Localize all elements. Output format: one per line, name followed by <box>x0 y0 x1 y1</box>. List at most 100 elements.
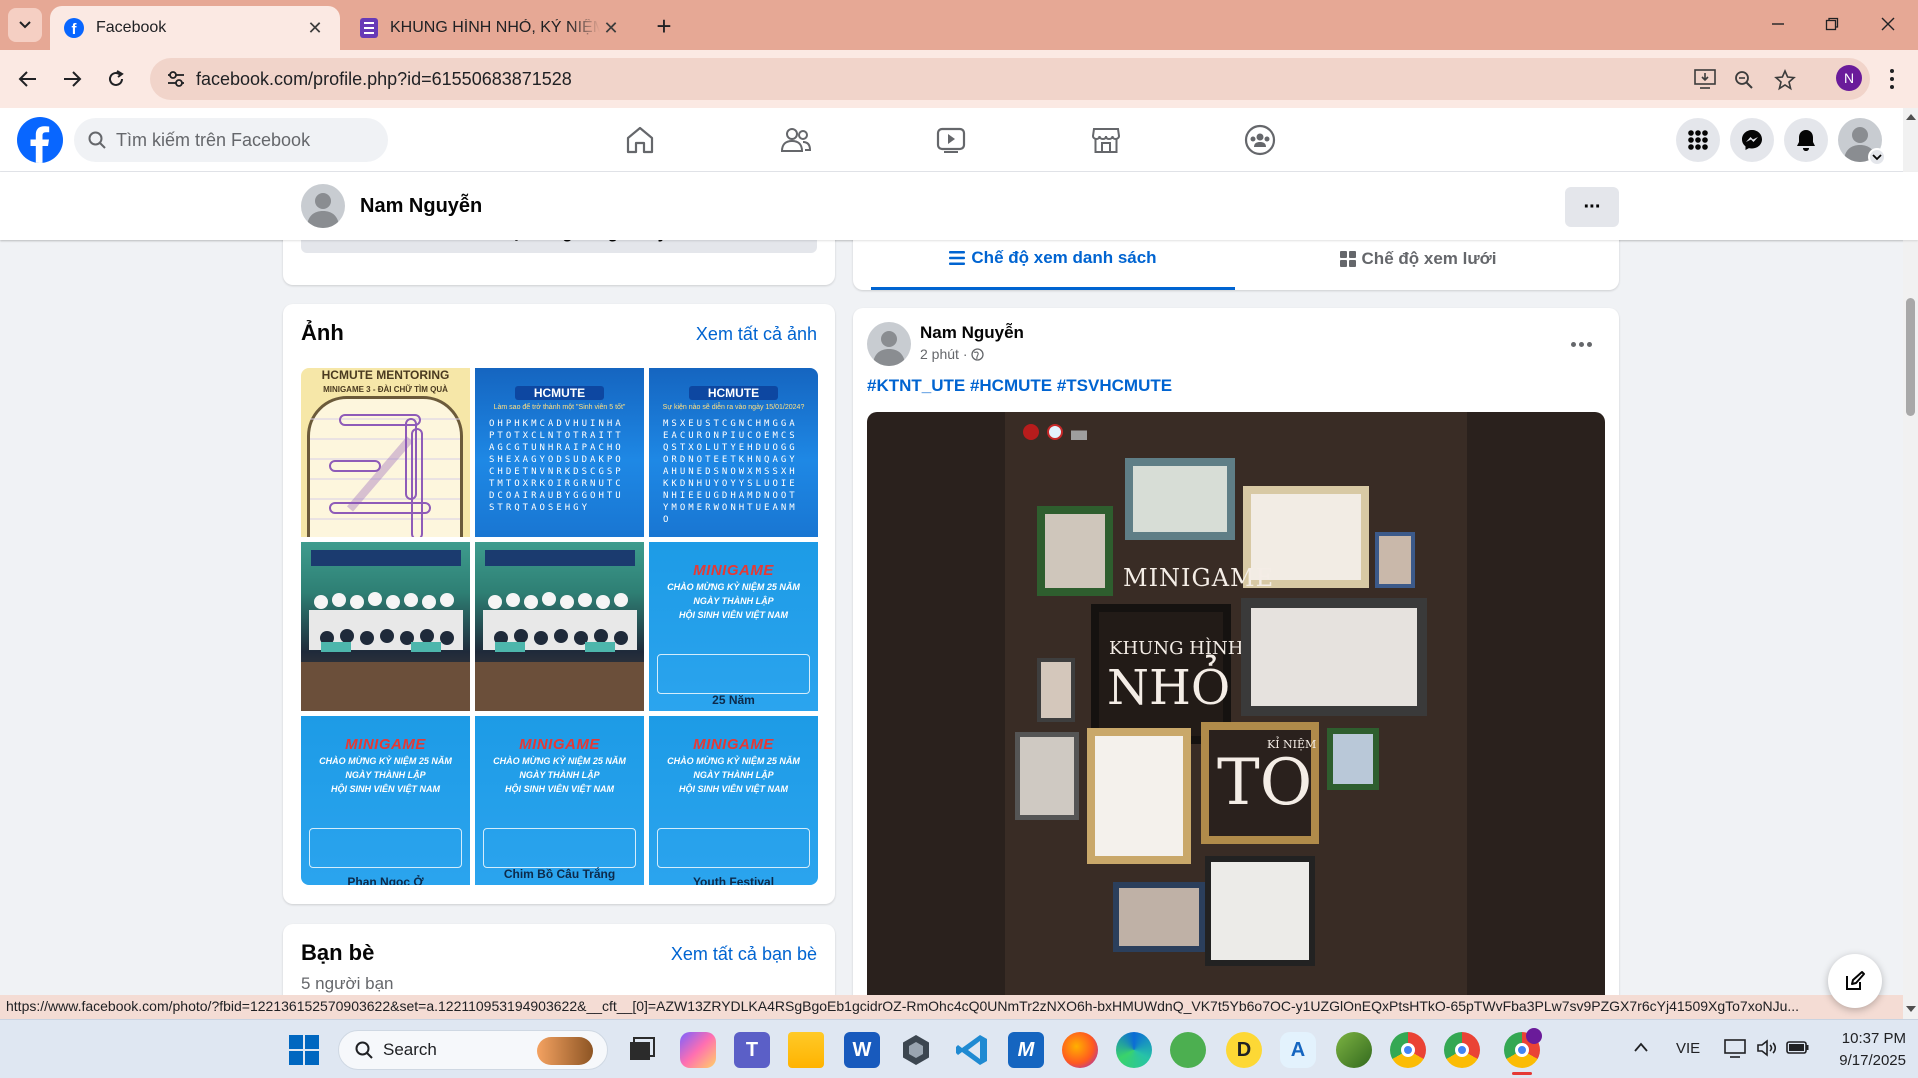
friends-icon <box>780 128 812 152</box>
account-chevron[interactable] <box>1868 148 1886 166</box>
post-time[interactable]: 2 phút · <box>920 346 967 362</box>
minigame-answer: Youth Festival <box>692 875 775 885</box>
windows-taskbar: Search T W M D A VIE 10:37 PM 9/17/2025 <box>0 1019 1918 1078</box>
address-bar[interactable]: facebook.com/profile.php?id=615506838715… <box>150 58 1870 100</box>
close-window-button[interactable] <box>1866 10 1910 38</box>
minigame-line2: NGÀY THÀNH LẬP <box>345 770 426 780</box>
clock-time[interactable]: 10:37 PM <box>1830 1030 1906 1047</box>
photo-tile[interactable] <box>301 542 470 711</box>
post-image[interactable]: MINIGAME KHUNG HÌNH NHỎ KỈ NIỆM TO <box>867 412 1605 1012</box>
nav-groups[interactable] <box>1242 122 1278 158</box>
minimize-button[interactable] <box>1756 10 1800 38</box>
task-view-icon[interactable] <box>624 1032 660 1068</box>
frame-photo <box>1205 856 1315 966</box>
messenger-button[interactable] <box>1730 118 1774 162</box>
frame-photo <box>1037 658 1075 722</box>
photo-tile[interactable]: MINIGAME CHÀO MỪNG KỶ NIỆM 25 NĂM NGÀY T… <box>649 542 818 711</box>
post-options-button[interactable] <box>1563 330 1599 358</box>
photo-tile[interactable]: MINIGAME CHÀO MỪNG KỶ NIỆM 25 NĂM NGÀY T… <box>301 716 470 885</box>
chrome-active-icon[interactable] <box>1504 1028 1542 1068</box>
reload-button[interactable] <box>100 63 132 95</box>
new-tab-button[interactable]: + <box>648 10 680 42</box>
see-all-friends-link[interactable]: Xem tất cả bạn bè <box>671 944 817 965</box>
facebook-search-input[interactable]: Tìm kiếm trên Facebook <box>74 118 388 162</box>
clock-date[interactable]: 9/17/2025 <box>1820 1052 1906 1069</box>
post-author-name[interactable]: Nam Nguyễn <box>920 323 1024 343</box>
minigame-line1: CHÀO MỪNG KỶ NIỆM 25 NĂM <box>667 756 800 766</box>
active-app-indicator <box>1512 1072 1532 1075</box>
edge-icon[interactable] <box>1116 1032 1152 1068</box>
minigame-title: MINIGAME <box>519 736 600 753</box>
vscode-icon[interactable] <box>954 1032 990 1068</box>
facebook-logo[interactable] <box>17 117 63 163</box>
install-app-icon[interactable] <box>1694 69 1716 89</box>
minigame-line1: CHÀO MỪNG KỶ NIỆM 25 NĂM <box>319 756 452 766</box>
close-tab-icon[interactable]: ✕ <box>600 18 622 39</box>
chrome-icon[interactable] <box>1390 1032 1426 1068</box>
photos-card: Ảnh Xem tất cả ảnh HCMUTE MENTORING MINI… <box>283 304 835 904</box>
word-icon[interactable]: W <box>844 1032 880 1068</box>
chrome-icon[interactable] <box>1444 1032 1480 1068</box>
network-icon[interactable] <box>1724 1038 1746 1058</box>
chevron-up-icon[interactable] <box>1634 1042 1648 1052</box>
teams-icon[interactable]: T <box>734 1032 770 1068</box>
chevron-down-icon <box>1872 154 1882 161</box>
app-store-icon[interactable]: A <box>1280 1032 1316 1068</box>
search-icon <box>355 1041 373 1059</box>
restore-button[interactable] <box>1810 10 1854 38</box>
tab-search-button[interactable] <box>8 8 42 42</box>
menu-button[interactable] <box>1676 118 1720 162</box>
scroll-down-icon[interactable] <box>1906 1006 1916 1014</box>
app-leaf-icon[interactable] <box>1336 1032 1372 1068</box>
copilot-icon[interactable] <box>680 1032 716 1068</box>
nav-friends[interactable] <box>778 122 814 158</box>
photo-tile[interactable]: HCMUTE MENTORING MINIGAME 3 - ĐÀI CHỮ TÌ… <box>301 368 470 537</box>
forward-arrow-icon <box>64 71 82 87</box>
profile-avatar-overlay[interactable] <box>301 184 345 228</box>
notifications-button[interactable] <box>1784 118 1828 162</box>
photo-tile[interactable]: HCMUTE Sự kiện nào sẽ diễn ra vào ngày 1… <box>649 368 818 537</box>
photo-tile[interactable] <box>475 542 644 711</box>
page-scrollbar[interactable] <box>1903 108 1918 1019</box>
photo-tile[interactable]: MINIGAME CHÀO MỪNG KỶ NIỆM 25 NĂM NGÀY T… <box>649 716 818 885</box>
globe-icon <box>971 347 985 361</box>
profile-name-overlay[interactable]: Nam Nguyễn <box>360 195 482 218</box>
poster-word-nho: NHỎ <box>1107 660 1231 716</box>
profile-avatar-button[interactable]: N <box>1836 65 1862 91</box>
app-yellow-icon[interactable]: D <box>1226 1032 1262 1068</box>
browser-menu-button[interactable] <box>1882 66 1902 92</box>
forward-button[interactable] <box>56 63 88 95</box>
scrollbar-thumb[interactable] <box>1906 298 1915 416</box>
language-indicator[interactable]: VIE <box>1676 1040 1700 1057</box>
app-chart-icon[interactable]: M <box>1008 1032 1044 1068</box>
site-settings-icon[interactable] <box>166 70 186 88</box>
battery-icon[interactable] <box>1786 1040 1810 1056</box>
file-explorer-icon[interactable] <box>788 1032 824 1068</box>
taskbar-search[interactable]: Search <box>338 1030 608 1070</box>
nav-watch[interactable] <box>933 122 969 158</box>
photo-tile[interactable]: HCMUTE Làm sao để trở thành một "Sinh vi… <box>475 368 644 537</box>
photo-tile[interactable]: MINIGAME CHÀO MỪNG KỶ NIỆM 25 NĂM NGÀY T… <box>475 716 644 885</box>
poster-word-khung-hinh: KHUNG HÌNH <box>1109 638 1244 659</box>
new-message-button[interactable] <box>1828 954 1882 1008</box>
app-green-icon[interactable] <box>1170 1032 1206 1068</box>
back-button[interactable] <box>12 63 44 95</box>
see-all-photos-link[interactable]: Xem tất cả ảnh <box>696 324 817 345</box>
nav-home[interactable] <box>622 122 658 158</box>
tab-facebook[interactable]: f Facebook ✕ <box>50 6 340 50</box>
minigame-line3: HỘI SINH VIÊN VIỆT NAM <box>504 784 614 794</box>
post-author-avatar[interactable] <box>867 322 911 366</box>
start-button[interactable] <box>288 1034 320 1066</box>
volume-icon[interactable] <box>1756 1038 1778 1058</box>
close-tab-icon[interactable]: ✕ <box>304 18 326 39</box>
profile-more-overlay[interactable]: ··· <box>1565 187 1619 227</box>
scroll-up-icon[interactable] <box>1906 112 1916 120</box>
zoom-icon[interactable] <box>1734 70 1754 90</box>
bookmark-star-icon[interactable] <box>1774 69 1796 91</box>
post-hashtags[interactable]: #KTNT_UTE #HCMUTE #TSVHCMUTE <box>867 376 1172 396</box>
nav-marketplace[interactable] <box>1088 122 1124 158</box>
app-hexagon-icon[interactable] <box>898 1032 934 1068</box>
frame-photo <box>1037 506 1113 596</box>
firefox-icon[interactable] <box>1062 1032 1098 1068</box>
tab-khung-hinh[interactable]: KHUNG HÌNH NHỎ, KỶ NIỆM TO ✕ <box>346 6 636 50</box>
